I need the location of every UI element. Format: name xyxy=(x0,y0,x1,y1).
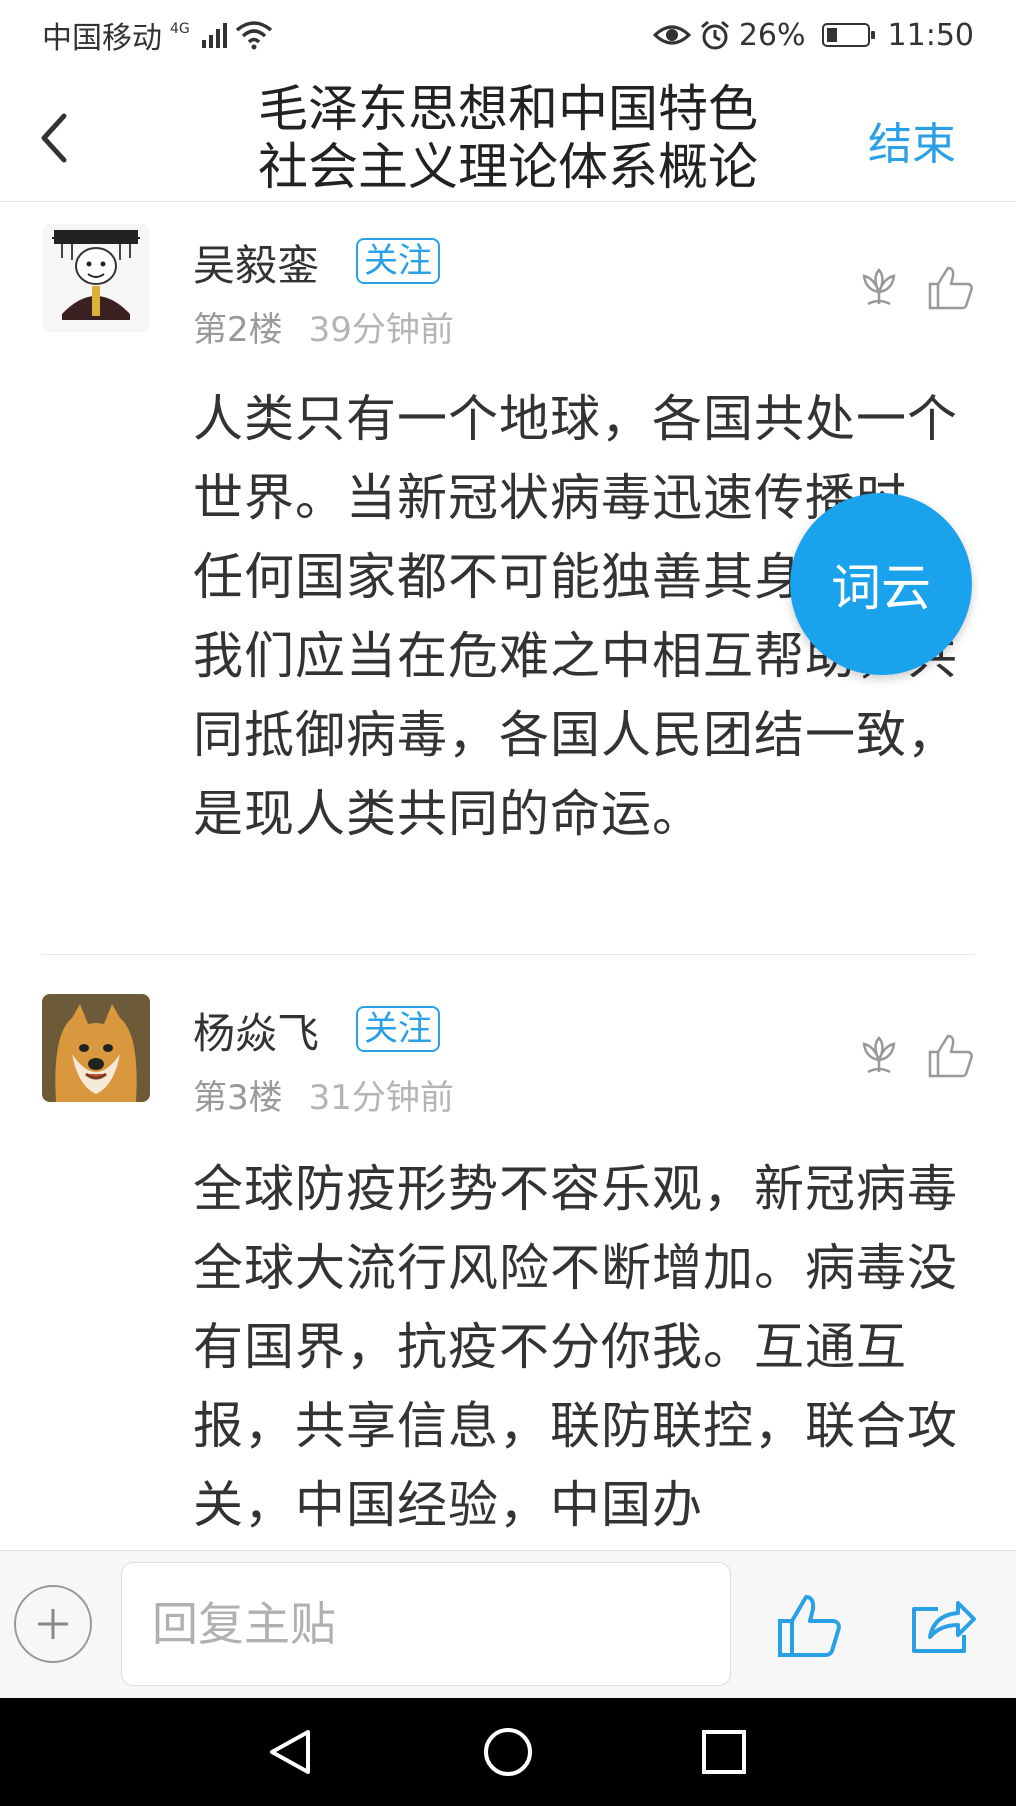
status-right: 26% 11:50 xyxy=(652,17,974,53)
post-meta: 第2楼 39分钟前 xyxy=(193,302,454,351)
title-line-1: 毛泽东思想和中国特色 xyxy=(258,80,758,138)
battery-icon xyxy=(821,23,875,47)
wifi-icon xyxy=(235,21,272,50)
post-time: 31分钟前 xyxy=(308,1078,454,1118)
floor-label: 第2楼 xyxy=(193,310,283,350)
signal-icon xyxy=(201,22,227,48)
carrier-label: 中国移动 xyxy=(42,21,162,56)
post-meta: 第3楼 31分钟前 xyxy=(193,1070,454,1119)
nav-back-icon[interactable] xyxy=(264,1726,316,1778)
nav-recent-icon[interactable] xyxy=(698,1726,750,1778)
follow-button[interactable]: 关注 xyxy=(356,238,440,284)
status-bar: 中国移动 4G 26% 11:50 xyxy=(0,0,1016,70)
back-icon[interactable] xyxy=(30,108,80,168)
clock: 11:50 xyxy=(887,17,974,53)
floor-label: 第3楼 xyxy=(193,1078,283,1118)
end-button[interactable]: 结束 xyxy=(868,108,956,172)
post-time: 39分钟前 xyxy=(308,310,454,350)
page-title: 毛泽东思想和中国特色 社会主义理论体系概论 xyxy=(200,80,816,196)
post-divider xyxy=(42,954,974,955)
title-line-2: 社会主义理论体系概论 xyxy=(258,138,758,196)
username[interactable]: 吴毅銮 xyxy=(193,232,319,293)
follow-button[interactable]: 关注 xyxy=(356,1006,440,1052)
system-nav-bar xyxy=(0,1698,1016,1806)
thumbs-up-icon[interactable] xyxy=(926,1030,976,1080)
reply-input[interactable]: 回复主贴 xyxy=(121,1562,731,1686)
nav-home-icon[interactable] xyxy=(482,1726,534,1778)
flower-icon[interactable] xyxy=(854,262,904,312)
word-cloud-button[interactable]: 词云 xyxy=(790,493,972,675)
reply-bar: 回复主贴 xyxy=(0,1550,1016,1698)
flower-icon[interactable] xyxy=(854,1030,904,1080)
avatar[interactable] xyxy=(42,224,150,332)
status-left: 中国移动 4G xyxy=(42,13,273,57)
username[interactable]: 杨焱飞 xyxy=(193,1000,319,1061)
thumbs-up-icon[interactable] xyxy=(926,262,976,312)
add-icon[interactable] xyxy=(14,1585,92,1663)
network-label: 4G xyxy=(170,21,190,37)
thumbs-up-icon[interactable] xyxy=(776,1591,844,1659)
avatar[interactable] xyxy=(42,994,150,1102)
eye-icon xyxy=(652,25,691,45)
share-icon[interactable] xyxy=(908,1595,976,1655)
battery-percent: 26% xyxy=(738,17,806,53)
post-content: 全球防疫形势不容乐观，新冠病毒全球大流行风险不断增加。病毒没有国界，抗疫不分你我… xyxy=(193,1160,958,1534)
nav-bar: 毛泽东思想和中国特色 社会主义理论体系概论 结束 xyxy=(0,70,1016,202)
alarm-icon xyxy=(700,20,729,50)
